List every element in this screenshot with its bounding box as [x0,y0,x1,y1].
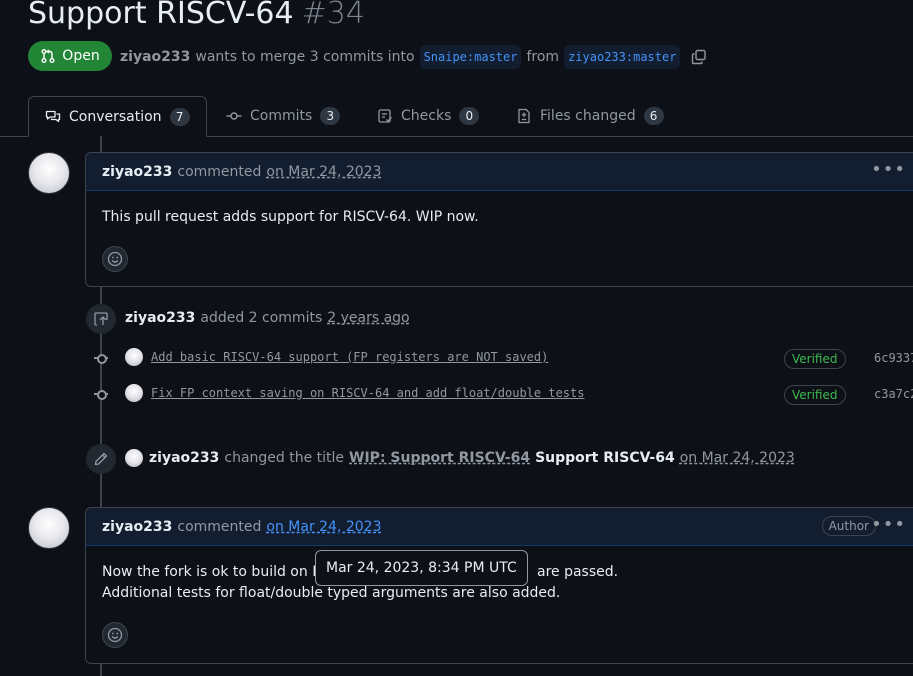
pr-number: #34 [301,0,365,31]
avatar[interactable] [125,348,143,366]
comment-body: This pull request adds support for RISCV… [86,191,913,286]
old-title: WIP: Support RISCV-64 [349,450,531,466]
comment-date[interactable]: on Mar 24, 2023 [266,164,381,180]
commit-icon [226,112,242,120]
avatar[interactable] [28,507,70,549]
rename-event-icon [86,444,116,474]
comment-action: commented [177,163,262,180]
pr-state-label: Open [62,48,100,64]
event-action: changed the title [224,450,345,466]
event-author[interactable]: ziyao233 [125,310,195,326]
pr-title-text: Support RISCV-64 [28,0,294,31]
tab-files-changed[interactable]: Files changed 6 [516,96,664,136]
comment-action: commented [177,518,262,535]
pencil-icon [94,452,108,466]
pr-meta: ziyao233 wants to merge 3 commits into S… [120,45,707,69]
tab-files-changed-label: Files changed [540,108,636,124]
repo-push-icon [94,312,108,326]
new-title: Support RISCV-64 [535,450,675,466]
tab-conversation[interactable]: Conversation 7 [28,96,207,137]
more-options-icon[interactable]: ••• [871,161,906,179]
tab-commits-label: Commits [250,108,313,124]
git-pull-request-icon [41,49,55,63]
comment-date[interactable]: on Mar 24, 2023 [266,519,381,535]
commit-message[interactable]: Fix FP context saving on RISCV-64 and ad… [151,386,584,400]
tab-checks-label: Checks [401,108,452,124]
head-branch[interactable]: ziyao233:master [564,45,681,69]
commit-sha[interactable]: 6c9337 [874,351,913,365]
base-branch[interactable]: Snaipe:master [419,45,522,69]
comment-author[interactable]: ziyao233 [102,519,172,535]
smiley-icon [107,627,123,643]
avatar[interactable] [125,449,143,467]
tab-checks[interactable]: Checks 0 [377,96,480,136]
copy-icon[interactable] [691,49,707,65]
file-diff-icon [518,108,530,124]
event-action: added 2 commits [200,310,323,326]
pr-author-link[interactable]: ziyao233 [120,46,190,68]
rename-event-text: ziyao233 changed the title WIP: Support … [149,447,795,469]
tab-files-changed-count: 6 [643,107,664,125]
comment-text-start: Now the fork is ok to build on D [102,564,323,580]
commit-row: Add basic RISCV-64 support (FP registers… [151,350,548,364]
comment-text: This pull request adds support for RISCV… [102,209,479,225]
comment-text-end: are passed. [536,564,619,580]
commit-row: Fix FP context saving on RISCV-64 and ad… [151,386,584,400]
commit-dot-icon [94,354,108,364]
commits-event-text: ziyao233 added 2 commits 2 years ago [125,307,410,329]
pr-tabs: Conversation 7 Commits 3 Checks 0 Files … [0,96,913,137]
merge-text: wants to merge 3 commits into [195,49,415,65]
from-text: from [526,49,560,65]
add-reaction-button[interactable] [102,622,128,648]
avatar[interactable] [125,384,143,402]
tab-checks-count: 0 [459,107,480,125]
add-reaction-button[interactable] [102,246,128,272]
comment-header: ziyao233 commented on Mar 24, 2023 Autho… [86,508,913,546]
comment-card: ziyao233 commented on Mar 24, 2023 ••• T… [85,152,913,287]
author-badge: Author [821,516,876,536]
event-author[interactable]: ziyao233 [149,450,219,466]
more-options-icon[interactable]: ••• [871,516,906,534]
tab-commits[interactable]: Commits 3 [226,96,341,136]
commit-dot-icon [94,390,108,400]
comment-text-line-2: Additional tests for float/double typed … [102,585,561,601]
tab-conversation-count: 7 [169,107,190,126]
verified-badge[interactable]: Verified [784,385,846,405]
tab-commits-count: 3 [320,107,341,125]
smiley-icon [107,251,123,267]
verified-badge[interactable]: Verified [784,349,846,369]
pr-title: Support RISCV-64 #34 [28,0,365,36]
comment-author[interactable]: ziyao233 [102,164,172,180]
event-time[interactable]: 2 years ago [327,310,409,326]
event-date[interactable]: on Mar 24, 2023 [680,450,795,466]
date-tooltip: Mar 24, 2023, 8:34 PM UTC [315,550,528,586]
pr-state-badge: Open [28,41,112,71]
push-event-icon [86,304,116,334]
commit-message[interactable]: Add basic RISCV-64 support (FP registers… [151,350,548,364]
comment-header: ziyao233 commented on Mar 24, 2023 ••• [86,153,913,191]
avatar[interactable] [28,152,70,194]
conversation-icon [45,110,61,122]
checks-icon [378,109,392,123]
commit-sha[interactable]: c3a7c2 [874,387,913,401]
tab-conversation-label: Conversation [69,108,162,125]
